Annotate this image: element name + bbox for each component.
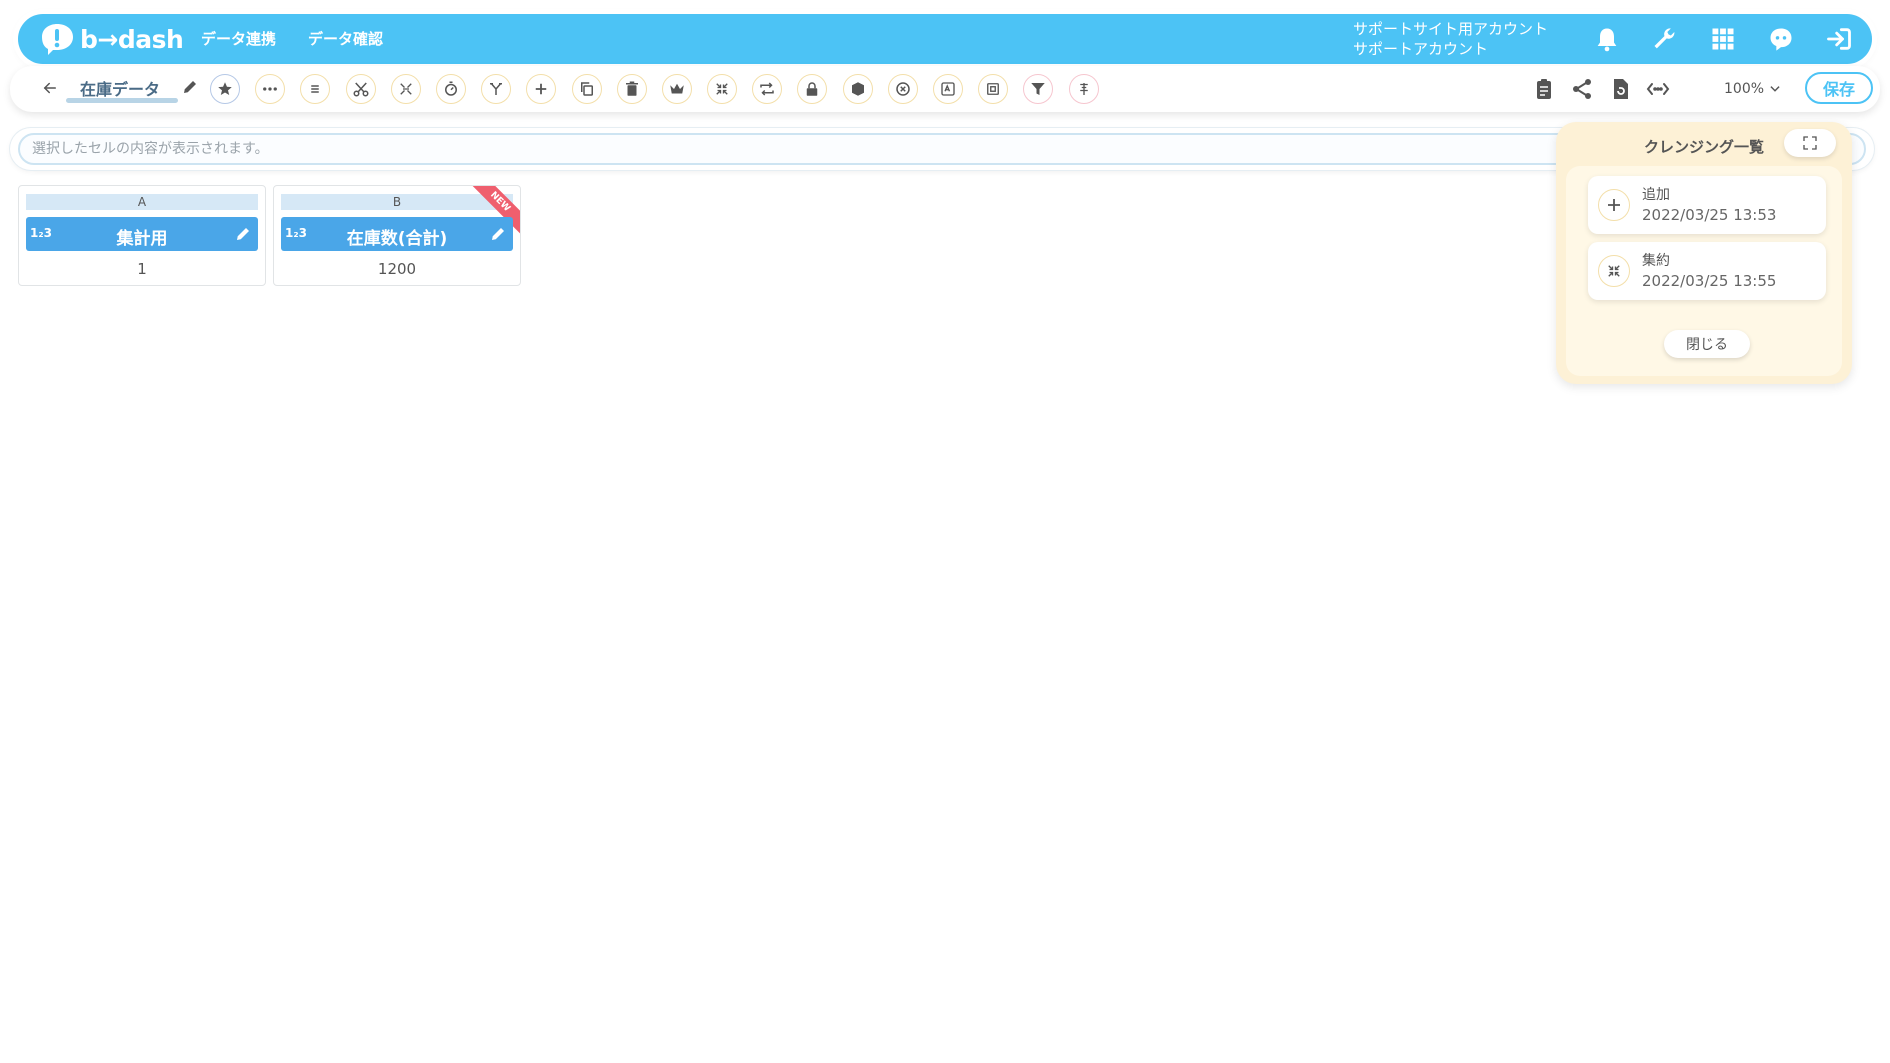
cell-value[interactable]: 1200: [274, 260, 520, 278]
step-name: 追加: [1642, 187, 1670, 203]
more-icon[interactable]: [255, 74, 286, 104]
filter-icon[interactable]: [1023, 74, 1054, 104]
panel-title: クレンジング一覧: [1644, 138, 1765, 156]
toolbar: 在庫データ 100% 保存: [10, 66, 1880, 112]
refresh-icon[interactable]: [1601, 75, 1639, 103]
column-card-a[interactable]: A 1₂3 集計用 1: [18, 185, 266, 286]
edit-pencil-icon[interactable]: [489, 225, 507, 243]
main-nav: データ連携 データ確認: [201, 28, 383, 49]
column-name: 集計用: [116, 229, 168, 249]
column-letter: B: [281, 194, 513, 210]
collapse-icon: [1598, 255, 1630, 287]
chevron-down-icon: [1770, 86, 1780, 92]
plus-icon: [1598, 189, 1630, 221]
document-title: 在庫データ: [80, 80, 161, 99]
timer-icon[interactable]: [435, 74, 466, 104]
grid-icon[interactable]: [1694, 22, 1752, 56]
list-icon[interactable]: [300, 74, 331, 104]
header-icons: [1578, 22, 1868, 56]
branch-icon[interactable]: [481, 74, 512, 104]
cleansing-tools: [210, 74, 1114, 104]
crown-icon[interactable]: [661, 74, 692, 104]
step-date: 2022/03/25 13:53: [1642, 206, 1777, 224]
save-button[interactable]: 保存: [1805, 72, 1873, 104]
fullscreen-icon: [1803, 136, 1817, 150]
nav-data-link[interactable]: データ連携: [201, 28, 276, 49]
collapse-icon[interactable]: [707, 74, 738, 104]
clipboard-icon[interactable]: [1525, 75, 1563, 103]
column-header[interactable]: 1₂3 在庫数(合計): [281, 217, 513, 251]
copy-icon[interactable]: [571, 74, 602, 104]
cleansing-step[interactable]: 追加 2022/03/25 13:53: [1588, 176, 1826, 234]
star-icon[interactable]: [210, 74, 240, 104]
box-icon[interactable]: [842, 74, 873, 104]
lock-icon[interactable]: [797, 74, 828, 104]
title-underline: [66, 98, 178, 103]
aggregate-icon[interactable]: [390, 74, 421, 104]
edit-title-pencil-icon[interactable]: [181, 78, 201, 98]
logo-text: b→dash: [80, 24, 184, 54]
logout-icon[interactable]: [1810, 22, 1868, 56]
convert-icon[interactable]: [933, 74, 963, 104]
step-name: 集約: [1642, 253, 1670, 269]
logo-mark-icon: [36, 23, 76, 55]
column-name: 在庫数(合計): [346, 229, 448, 249]
top-header: b→dash データ連携 データ確認 サポートサイト用アカウント サポートアカウ…: [18, 14, 1872, 64]
column-letter: A: [26, 194, 258, 210]
back-arrow-icon[interactable]: [38, 76, 62, 100]
share-icon[interactable]: [1563, 75, 1601, 103]
sparkle-icon[interactable]: [1068, 74, 1099, 104]
zoom-select[interactable]: 100%: [1692, 74, 1792, 104]
cleansing-step[interactable]: 集約 2022/03/25 13:55: [1588, 242, 1826, 300]
cleansing-list-panel: クレンジング一覧 追加 2022/03/25 13:53 集約 2022/03/…: [1556, 122, 1852, 384]
step-date: 2022/03/25 13:55: [1642, 272, 1777, 290]
account-line1: サポートサイト用アカウント: [1353, 20, 1549, 38]
column-card-b[interactable]: B NEW 1₂3 在庫数(合計) 1200: [273, 185, 521, 286]
account-info: サポートサイト用アカウント サポートアカウント: [1353, 19, 1548, 59]
right-tools: [1525, 75, 1677, 103]
account-line2: サポートアカウント: [1353, 40, 1489, 58]
scissors-icon[interactable]: [345, 74, 376, 104]
close-button[interactable]: 閉じる: [1664, 330, 1750, 358]
zoom-value: 100%: [1724, 81, 1765, 97]
bell-icon[interactable]: [1578, 22, 1636, 56]
wrench-icon[interactable]: [1636, 22, 1694, 56]
frame-icon[interactable]: [978, 74, 1009, 104]
trash-icon[interactable]: [616, 74, 647, 104]
cell-value[interactable]: 1: [19, 260, 265, 278]
panel-body: 追加 2022/03/25 13:53 集約 2022/03/25 13:55 …: [1566, 166, 1842, 376]
repeat-icon[interactable]: [752, 74, 783, 104]
expand-button[interactable]: [1784, 129, 1836, 157]
logo[interactable]: b→dash: [36, 20, 184, 58]
plus-icon[interactable]: [526, 74, 557, 104]
code-icon[interactable]: [1639, 75, 1677, 103]
column-header[interactable]: 1₂3 集計用: [26, 217, 258, 251]
cancel-icon[interactable]: [887, 74, 918, 104]
edit-pencil-icon[interactable]: [234, 225, 252, 243]
chat-icon[interactable]: [1752, 22, 1810, 56]
nav-data-check[interactable]: データ確認: [308, 28, 383, 49]
